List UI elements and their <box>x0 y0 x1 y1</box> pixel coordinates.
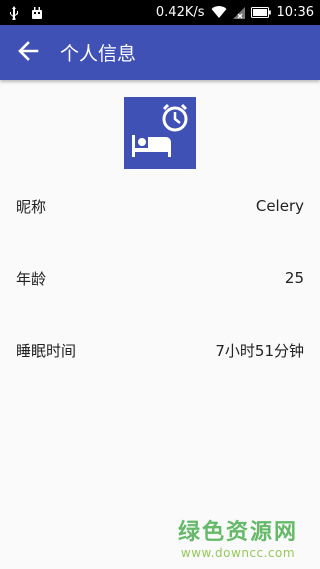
field-value: 25 <box>284 269 304 287</box>
watermark: 绿色资源网 www.downcc.com <box>178 514 298 560</box>
usb-icon <box>8 5 20 20</box>
battery-icon <box>250 7 271 18</box>
no-signal-icon <box>232 6 245 19</box>
network-speed: 0.42K/s <box>155 5 205 20</box>
list-item-age: 年龄 25 <box>16 268 304 288</box>
field-value: 7小时51分钟 <box>215 341 304 360</box>
watermark-url: www.downcc.com <box>180 546 296 560</box>
status-bar: 0.42K/s 10:36 <box>0 0 320 25</box>
android-debug-icon <box>30 6 44 20</box>
field-label: 年龄 <box>16 269 47 288</box>
watermark-title: 绿色资源网 <box>177 520 298 545</box>
list-item-sleep-time: 睡眠时间 7小时51分钟 <box>16 340 304 360</box>
page-title: 个人信息 <box>60 43 137 65</box>
clock: 10:36 <box>276 5 314 20</box>
arrow-back-icon <box>17 40 39 66</box>
app-bar: 个人信息 <box>0 25 320 80</box>
back-button[interactable] <box>0 25 56 80</box>
field-label: 昵称 <box>16 197 47 216</box>
field-label: 睡眠时间 <box>16 341 77 360</box>
sleep-alarm-icon <box>128 99 192 167</box>
avatar[interactable] <box>124 97 196 169</box>
field-value: Celery <box>255 197 304 215</box>
list-item-nickname: 昵称 Celery <box>16 196 304 216</box>
wifi-icon <box>211 6 227 19</box>
